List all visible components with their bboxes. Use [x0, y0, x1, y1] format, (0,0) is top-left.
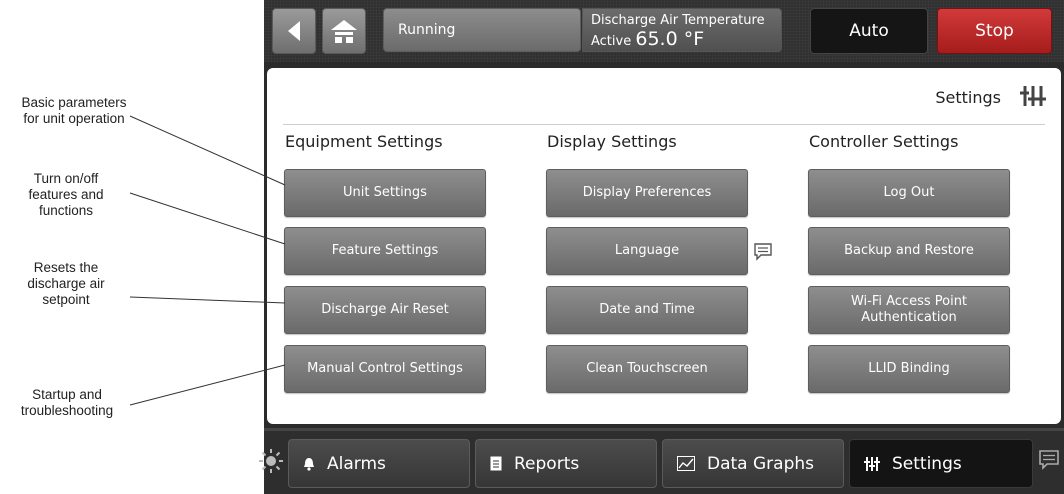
unit-settings-button[interactable]: Unit Settings [284, 169, 486, 217]
dat-state: Active [591, 34, 632, 49]
bottom-nav: Alarms Reports Data Graphs Settings [259, 428, 1064, 494]
annotation-resets-setpoint: Resets the discharge air setpoint [16, 260, 116, 308]
speech-bubble-icon[interactable] [753, 242, 773, 262]
leader-line [129, 364, 286, 406]
back-arrow-icon [288, 21, 300, 41]
annotation-basic-parameters: Basic parameters for unit operation [8, 95, 140, 127]
unit-status[interactable]: Running [383, 8, 581, 52]
tab-alarms[interactable]: Alarms [288, 439, 470, 488]
feature-settings-button[interactable]: Feature Settings [284, 227, 486, 275]
backup-and-restore-button[interactable]: Backup and Restore [808, 227, 1010, 275]
tab-settings[interactable]: Settings [849, 439, 1033, 488]
annotation-turn-on-off: Turn on/off features and functions [16, 171, 116, 219]
discharge-air-temp[interactable]: Discharge Air Temperature Active 65.0 °F [582, 8, 782, 52]
tab-reports[interactable]: Reports [475, 439, 657, 488]
stop-button[interactable]: Stop [937, 8, 1052, 54]
bell-icon [303, 457, 315, 471]
annotation-startup: Startup and troubleshooting [8, 387, 126, 419]
log-out-button[interactable]: Log Out [808, 169, 1010, 217]
document-icon [490, 456, 502, 471]
equipment-settings-heading: Equipment Settings [285, 132, 443, 151]
manual-control-settings-button[interactable]: Manual Control Settings [284, 345, 486, 393]
tab-label: Settings [892, 453, 962, 474]
chat-icon[interactable] [1038, 449, 1060, 471]
clean-touchscreen-button[interactable]: Clean Touchscreen [546, 345, 748, 393]
home-icon [331, 20, 357, 43]
leader-line [129, 115, 286, 186]
tab-label: Data Graphs [707, 453, 814, 474]
controller-display: Running Discharge Air Temperature Active… [259, 0, 1064, 494]
divider [283, 124, 1045, 125]
annotation-text: Resets the discharge air setpoint [27, 260, 105, 307]
dat-readout: Active 65.0 °F [591, 28, 773, 53]
tab-data-graphs[interactable]: Data Graphs [662, 439, 844, 488]
tab-label: Reports [514, 453, 580, 474]
page-title: Settings [935, 88, 1001, 107]
display-preferences-button[interactable]: Display Preferences [546, 169, 748, 217]
wifi-access-point-authentication-button[interactable]: Wi-Fi Access Point Authentication [808, 286, 1010, 334]
language-button[interactable]: Language [546, 227, 748, 275]
home-button[interactable] [322, 8, 366, 54]
dat-value: 65.0 °F [635, 28, 705, 50]
llid-binding-button[interactable]: LLID Binding [808, 345, 1010, 393]
graph-icon [677, 456, 695, 471]
annotation-text: Basic parameters for unit operation [21, 95, 127, 126]
annotation-text: Turn on/off features and functions [28, 171, 104, 218]
date-and-time-button[interactable]: Date and Time [546, 286, 748, 334]
auto-button[interactable]: Auto [810, 8, 928, 54]
settings-panel: Settings Equipment Settings Display Sett… [267, 68, 1061, 424]
controller-settings-heading: Controller Settings [809, 132, 959, 151]
back-button[interactable] [272, 8, 316, 54]
dat-label: Discharge Air Temperature [591, 13, 765, 28]
annotation-text: Startup and troubleshooting [20, 387, 114, 418]
leader-line [129, 296, 286, 304]
tab-label: Alarms [327, 453, 386, 474]
brightness-icon[interactable] [258, 448, 284, 474]
display-settings-heading: Display Settings [547, 132, 677, 151]
sliders-icon [1020, 86, 1046, 106]
top-bar: Running Discharge Air Temperature Active… [264, 0, 1064, 62]
leader-line [129, 192, 286, 245]
discharge-air-reset-button[interactable]: Discharge Air Reset [284, 286, 486, 334]
sliders-icon [864, 456, 880, 471]
